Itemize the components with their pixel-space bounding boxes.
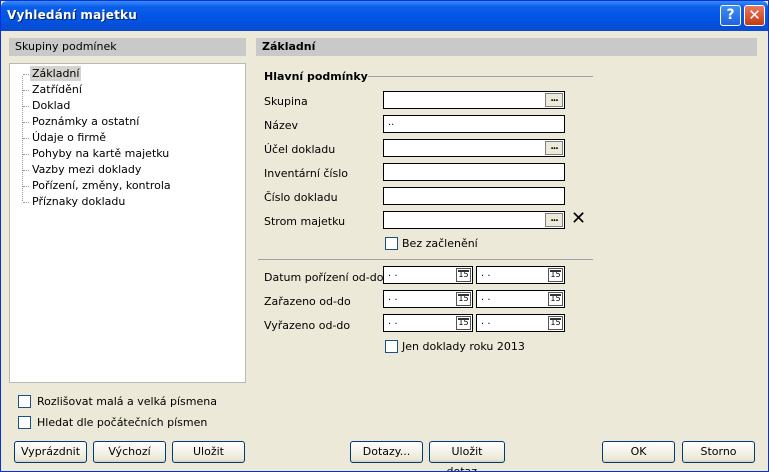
title-bar[interactable]: Vyhledání majetku ? ✕: [1, 1, 768, 31]
window-title: Vyhledání majetku: [7, 8, 137, 22]
tree-item-zakladni[interactable]: Základní: [22, 66, 82, 81]
case-sensitive-checkbox[interactable]: [18, 395, 31, 408]
main-conditions-title: Hlavní podmínky: [264, 70, 368, 83]
tree-item-vazby[interactable]: Vazby mezi doklady: [22, 162, 143, 177]
ulozit-dotaz-button[interactable]: Uložit dotaz...: [429, 441, 505, 471]
dialog-window: Vyhledání majetku ? ✕ Skupiny podmínek Z…: [0, 0, 769, 472]
help-icon: ?: [726, 7, 735, 23]
help-button[interactable]: ?: [720, 5, 741, 26]
nazev-value: ..: [388, 117, 395, 128]
main-conditions-separator: [368, 76, 593, 77]
zarazeno-label: Zařazeno od-do: [264, 295, 351, 308]
bez-zacleneni-label: Bez začlenění: [402, 237, 478, 250]
calendar-icon[interactable]: 15: [456, 316, 471, 330]
strom-field[interactable]: ...: [383, 211, 565, 229]
tree-item-priznaky[interactable]: Příznaky dokladu: [22, 194, 127, 209]
vyrazeno-from-value: . .: [388, 316, 398, 327]
skupina-browse-button[interactable]: ...: [545, 93, 563, 107]
strom-label: Strom majetku: [264, 215, 346, 228]
case-sensitive-label: Rozlišovat malá a velká písmena: [37, 395, 217, 408]
vyrazeno-to-field[interactable]: . . 15: [476, 314, 565, 332]
vychozi-button[interactable]: Výchozí: [93, 441, 166, 463]
ucel-label: Účel dokladu: [264, 143, 336, 156]
jen-doklady-checkbox[interactable]: [385, 340, 398, 353]
jen-doklady-label: Jen doklady roku 2013: [402, 340, 525, 353]
vyrazeno-to-value: . .: [481, 316, 491, 327]
condition-groups-tree[interactable]: Základní Zatřídění Doklad Poznámky a ost…: [9, 63, 246, 383]
tree-item-udaje-o-firme[interactable]: Údaje o firmě: [22, 130, 108, 145]
ucel-browse-button[interactable]: ...: [545, 141, 563, 155]
nazev-label: Název: [264, 119, 299, 132]
strom-browse-button[interactable]: ...: [545, 213, 563, 227]
inventarni-field[interactable]: [383, 163, 565, 181]
vyprazdnit-button[interactable]: Vyprázdnit: [14, 441, 87, 463]
calendar-icon[interactable]: 15: [456, 292, 471, 306]
nazev-field[interactable]: ..: [383, 115, 565, 133]
ok-button[interactable]: OK: [602, 441, 675, 463]
porizeni-to-field[interactable]: . . 15: [476, 266, 565, 284]
tree-item-pohyby[interactable]: Pohyby na kartě majetku: [22, 146, 171, 161]
calendar-icon[interactable]: 15: [548, 292, 563, 306]
porizeni-to-value: . .: [481, 268, 491, 279]
porizeni-from-value: . .: [388, 268, 398, 279]
zarazeno-to-value: . .: [481, 292, 491, 303]
condition-groups-header: Skupiny podmínek: [9, 38, 246, 56]
cislo-label: Číslo dokladu: [264, 191, 338, 204]
basic-section-header: Základní: [256, 38, 757, 56]
dotazy-button[interactable]: Dotazy...: [350, 441, 423, 463]
calendar-icon[interactable]: 15: [456, 268, 471, 282]
zarazeno-from-field[interactable]: . . 15: [383, 290, 473, 308]
close-icon: ✕: [748, 6, 761, 24]
clear-icon[interactable]: ✕: [571, 210, 586, 228]
skupina-field[interactable]: ...: [383, 91, 565, 109]
ucel-field[interactable]: ...: [383, 139, 565, 157]
cislo-field[interactable]: [383, 187, 565, 205]
inventarni-label: Inventární číslo: [264, 167, 348, 180]
prefix-search-checkbox[interactable]: [18, 416, 31, 429]
calendar-icon[interactable]: 15: [548, 316, 563, 330]
skupina-label: Skupina: [264, 95, 308, 108]
porizeni-from-field[interactable]: . . 15: [383, 266, 473, 284]
ulozit-button[interactable]: Uložit: [172, 441, 245, 463]
vyrazeno-from-field[interactable]: . . 15: [383, 314, 473, 332]
vyrazeno-label: Vyřazeno od-do: [264, 319, 351, 332]
calendar-icon[interactable]: 15: [548, 268, 563, 282]
storno-button[interactable]: Storno: [682, 441, 755, 463]
prefix-search-label: Hledat dle počátečních písmen: [37, 416, 208, 429]
porizeni-label: Datum pořízení od-do: [264, 271, 384, 284]
close-button[interactable]: ✕: [744, 5, 765, 26]
tree-item-doklad[interactable]: Doklad: [22, 98, 72, 113]
bez-zacleneni-checkbox[interactable]: [385, 237, 398, 250]
tree-item-zatrideni[interactable]: Zatřídění: [23, 82, 84, 97]
tree-item-porizeni[interactable]: Pořízení, změny, kontrola: [23, 178, 173, 193]
tree-item-poznamky[interactable]: Poznámky a ostatní: [22, 114, 141, 129]
zarazeno-to-field[interactable]: . . 15: [476, 290, 565, 308]
dates-separator: [258, 259, 593, 260]
zarazeno-from-value: . .: [388, 292, 398, 303]
